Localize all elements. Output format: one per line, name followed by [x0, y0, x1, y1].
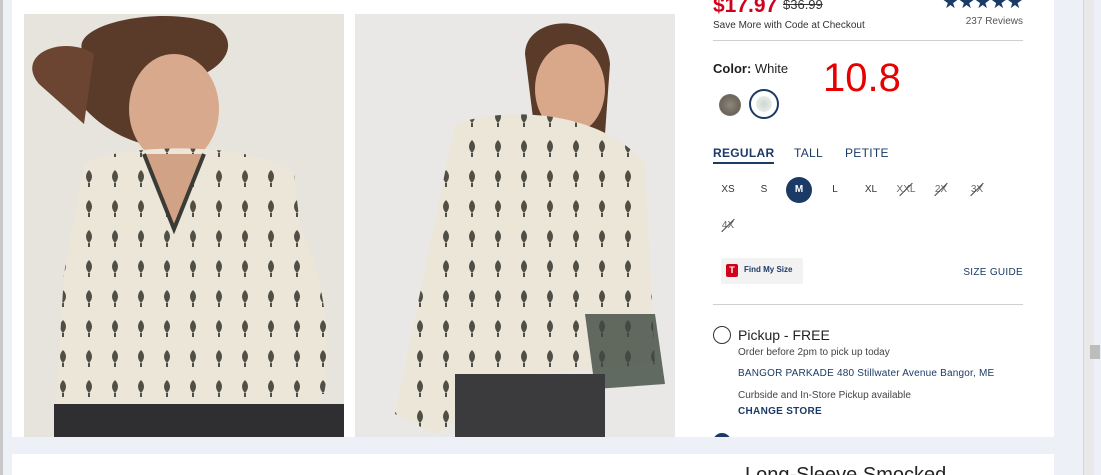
product-photo-front-image — [24, 14, 344, 437]
original-price: $36.99 — [783, 0, 823, 12]
color-value: White — [754, 61, 789, 76]
tab-petite[interactable]: PETITE — [845, 146, 889, 160]
color-label-key: Color: — [713, 61, 752, 76]
pickup-subtitle: Order before 2pm to pick up today — [738, 347, 890, 358]
product-photo-back-image — [355, 14, 675, 437]
shipping-radio[interactable] — [713, 433, 731, 437]
find-my-size-logo-icon: T — [726, 264, 738, 277]
size-option-xs[interactable]: XS — [715, 177, 741, 203]
find-my-size-button[interactable]: T Find My Size — [721, 258, 803, 284]
store-link[interactable]: BANGOR PARKADE 480 Stillwater Avenue Ban… — [738, 368, 994, 379]
size-guide-link[interactable]: SIZE GUIDE — [963, 267, 1023, 278]
divider — [713, 40, 1023, 41]
buy-box: $17.97 $36.99 Save More with Code at Che… — [713, 0, 1023, 437]
reviews-link[interactable]: 237 Reviews — [966, 16, 1023, 27]
size-option-l[interactable]: L — [822, 177, 848, 203]
tab-regular[interactable]: REGULAR — [713, 146, 775, 164]
rating-stars[interactable]: ★★★★★ — [942, 0, 1023, 13]
color-swatch-white-fill — [756, 96, 772, 112]
bottom-panel: Long-Sleeve Smocked — [12, 454, 1054, 475]
product-page: $17.97 $36.99 Save More with Code at Che… — [12, 0, 1054, 437]
product-photo-front[interactable] — [24, 14, 344, 437]
size-option-2x[interactable]: 2X — [928, 177, 954, 203]
color-swatch-gray[interactable] — [719, 94, 741, 116]
scrollbar-thumb[interactable] — [1090, 345, 1100, 359]
window-left-edge — [0, 0, 3, 475]
scrollbar-track[interactable] — [1083, 0, 1094, 475]
tab-tall[interactable]: TALL — [794, 146, 823, 160]
size-option-3x[interactable]: 3X — [964, 177, 990, 203]
pickup-title: Pickup - FREE — [738, 327, 830, 343]
find-my-size-label: Find My Size — [744, 265, 793, 274]
change-store-link[interactable]: CHANGE STORE — [738, 406, 822, 417]
pickup-radio[interactable] — [713, 326, 731, 344]
size-option-m[interactable]: M — [786, 177, 812, 203]
size-option-xxl[interactable]: XXL — [893, 177, 919, 203]
overlay-number: 10.8 — [823, 56, 901, 100]
color-label: Color: White — [713, 61, 788, 76]
price-note: Save More with Code at Checkout — [713, 20, 865, 31]
size-option-4x[interactable]: 4X — [715, 213, 741, 239]
size-option-s[interactable]: S — [751, 177, 777, 203]
size-option-xl[interactable]: XL — [858, 177, 884, 203]
color-swatch-white[interactable] — [749, 89, 779, 119]
product-title: Long-Sleeve Smocked — [745, 464, 947, 475]
product-photo-back[interactable] — [355, 14, 675, 437]
sale-price: $17.97 — [713, 0, 778, 17]
curbside-note: Curbside and In-Store Pickup available — [738, 390, 911, 401]
divider — [713, 304, 1023, 305]
